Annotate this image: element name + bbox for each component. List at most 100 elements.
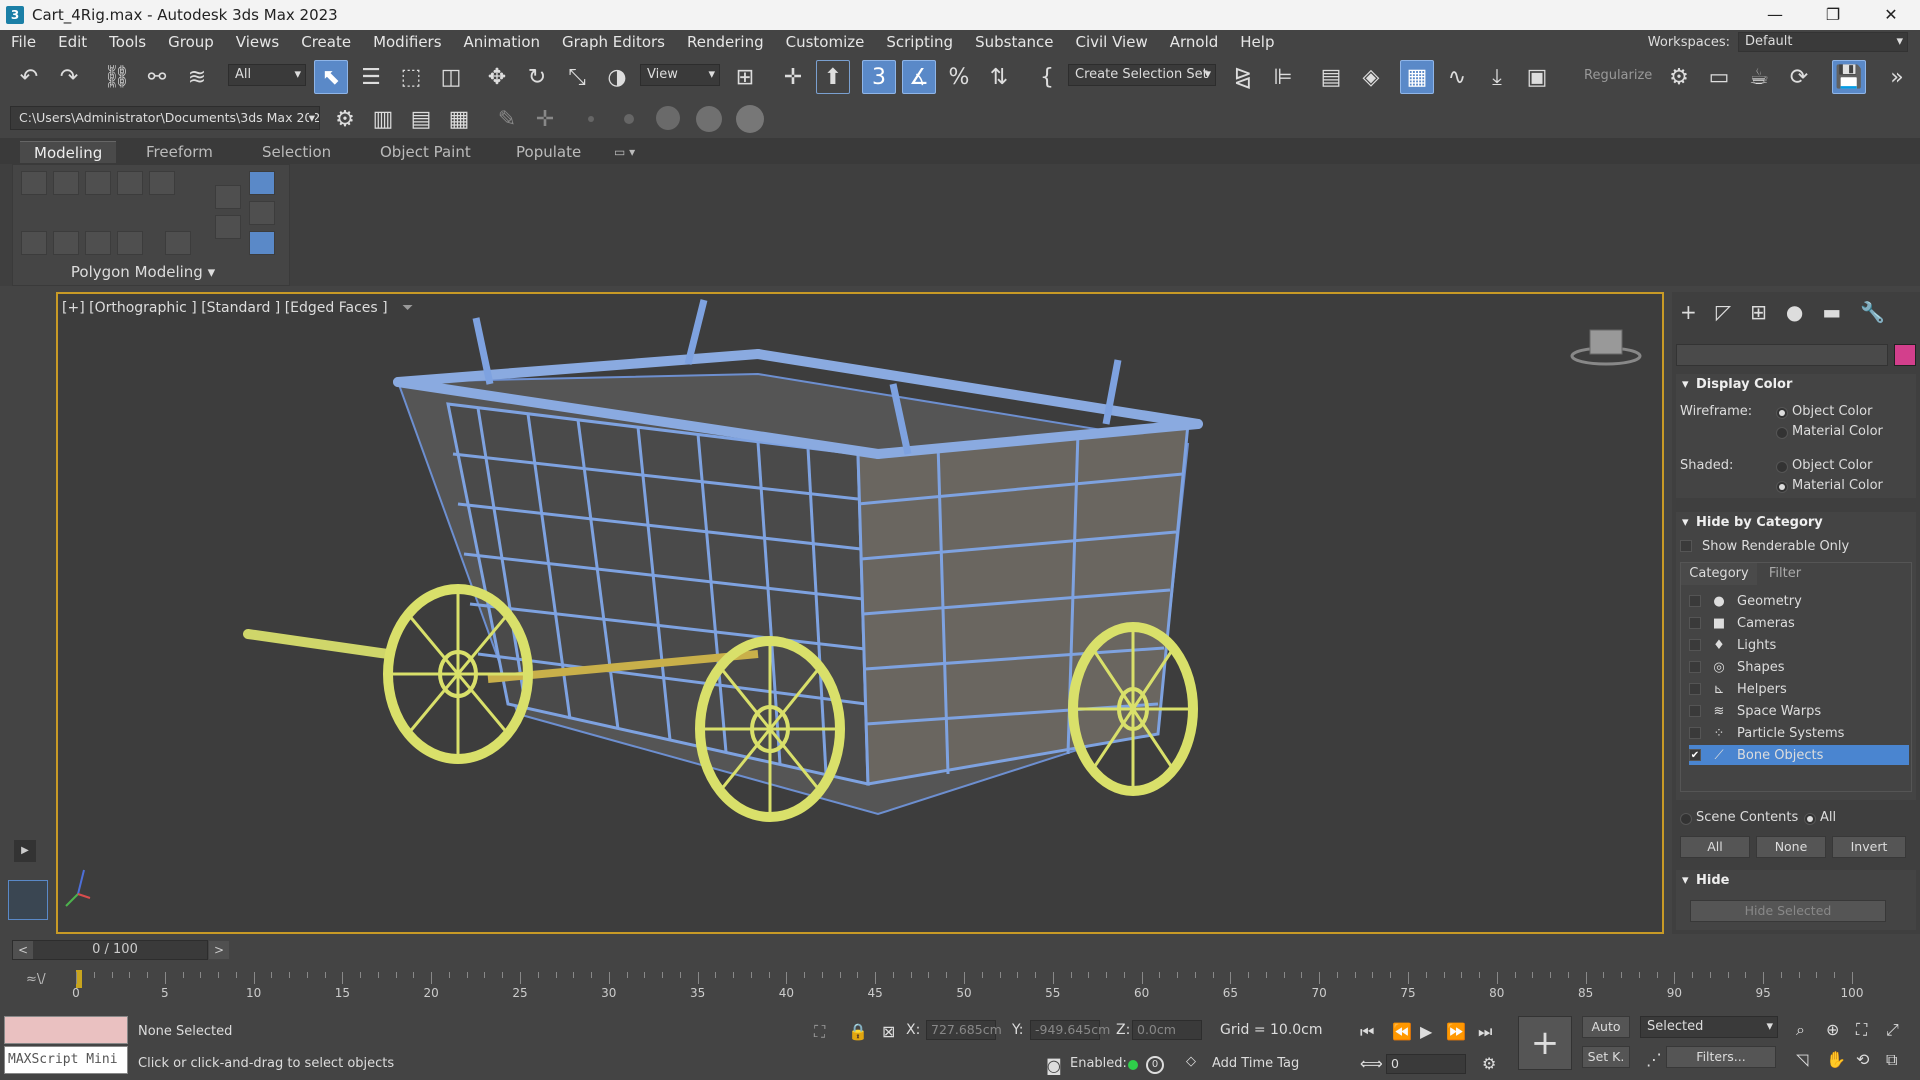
- shaded-object-color-radio[interactable]: Object Color: [1776, 458, 1872, 473]
- snaps-toggle-icon[interactable]: 3: [862, 60, 896, 94]
- brush-size-large-icon[interactable]: [696, 106, 722, 132]
- minimize-button[interactable]: —: [1746, 0, 1804, 30]
- ribbon-btn-10-icon[interactable]: [249, 231, 275, 255]
- all-button[interactable]: All: [1680, 836, 1750, 858]
- ribbon-btn-7-icon[interactable]: [249, 171, 275, 195]
- ribbon-btn-1-icon[interactable]: [21, 171, 47, 195]
- select-object-icon[interactable]: ⬉: [314, 60, 348, 94]
- layer-explorer-icon[interactable]: ◈: [1354, 60, 1388, 94]
- maximize-button[interactable]: ❐: [1804, 0, 1862, 30]
- display-tab-icon[interactable]: ▬: [1822, 300, 1841, 324]
- redo-icon[interactable]: ↷: [52, 60, 86, 94]
- all-radio[interactable]: All: [1804, 810, 1836, 825]
- isolate-icon[interactable]: ⛶: [814, 1022, 825, 1042]
- brush-size-xlarge-icon[interactable]: [736, 105, 764, 133]
- tab-modeling[interactable]: Modeling: [20, 141, 117, 163]
- category-item[interactable]: ■ Cameras: [1689, 613, 1909, 633]
- scene-explorer-icon[interactable]: ▤: [1314, 60, 1348, 94]
- render-production-icon[interactable]: ☕: [1742, 60, 1776, 94]
- spinner-snap-icon[interactable]: ⇅: [982, 60, 1016, 94]
- category-item[interactable]: ♦ Lights: [1689, 635, 1909, 655]
- category-checkbox[interactable]: ✔: [1689, 749, 1701, 761]
- brush-size-small-icon[interactable]: [624, 114, 634, 124]
- current-frame-field[interactable]: 0: [1386, 1054, 1466, 1074]
- material-editor-icon[interactable]: ▣: [1520, 60, 1554, 94]
- y-coordinate-field[interactable]: -949.645cm: [1030, 1020, 1110, 1040]
- viewport-label[interactable]: [+] [Orthographic ] [Standard ] [Edged F…: [62, 300, 413, 316]
- curve-editor-mini-icon[interactable]: ≈\/: [26, 972, 46, 987]
- bind-space-warp-icon[interactable]: ≋: [180, 60, 214, 94]
- select-by-name-icon[interactable]: ☰: [354, 60, 388, 94]
- category-checkbox[interactable]: [1689, 661, 1701, 673]
- shaded-material-color-radio[interactable]: Material Color: [1776, 478, 1883, 493]
- render-setup-icon[interactable]: ⚙: [1662, 60, 1696, 94]
- percent-snap-icon[interactable]: %: [942, 60, 976, 94]
- zoom-extents-all-icon[interactable]: ⤢: [1886, 1020, 1899, 1040]
- wireframe-object-color-radio[interactable]: Object Color: [1776, 404, 1872, 419]
- polygon-modeling-label[interactable]: Polygon Modeling ▾: [13, 263, 273, 281]
- project-folder-icon[interactable]: ⚙: [328, 102, 362, 136]
- rendered-frame-icon[interactable]: ▭: [1702, 60, 1736, 94]
- brush-size-medium-icon[interactable]: [656, 106, 680, 130]
- brush-icon[interactable]: ✎: [490, 102, 524, 136]
- ribbon-btn-9-icon[interactable]: [215, 215, 241, 239]
- create-project-icon[interactable]: ▥: [366, 102, 400, 136]
- hide-by-category-title[interactable]: Hide by Category: [1676, 512, 1916, 534]
- play-expand-icon[interactable]: ▶: [14, 840, 36, 862]
- tab-category[interactable]: Category: [1681, 563, 1757, 585]
- ribbon-btn-11-icon[interactable]: [21, 231, 47, 255]
- tab-selection[interactable]: Selection: [248, 141, 345, 163]
- category-item[interactable]: ◎ Shapes: [1689, 657, 1909, 677]
- window-crossing-icon[interactable]: ◫: [434, 60, 468, 94]
- add-icon[interactable]: ✛: [528, 102, 562, 136]
- z-coordinate-field[interactable]: 0.0cm: [1132, 1020, 1202, 1040]
- render-activeshade-icon[interactable]: ⟳: [1782, 60, 1816, 94]
- scale-icon[interactable]: ⤡: [560, 60, 594, 94]
- zoom-icon[interactable]: ⌕: [1796, 1020, 1805, 1040]
- category-item[interactable]: ✔ ⟋ Bone Objects: [1689, 745, 1909, 765]
- menu-help[interactable]: Help: [1229, 33, 1285, 51]
- regularize-label[interactable]: Regularize: [1584, 68, 1652, 83]
- key-mode-icon[interactable]: ⟺: [1360, 1054, 1383, 1073]
- utilities-tab-icon[interactable]: 🔧: [1860, 300, 1885, 324]
- ribbon-btn-15-icon[interactable]: [165, 231, 191, 255]
- project-structure-icon[interactable]: ▦: [442, 102, 476, 136]
- zoom-all-icon[interactable]: ⊕: [1826, 1020, 1839, 1039]
- display-color-title[interactable]: Display Color: [1676, 374, 1916, 396]
- menu-customize[interactable]: Customize: [775, 33, 876, 51]
- category-checkbox[interactable]: [1689, 705, 1701, 717]
- default-in-out-icon[interactable]: ⋰: [1646, 1050, 1662, 1069]
- ribbon-btn-14-icon[interactable]: [117, 231, 143, 255]
- ribbon-btn-5-icon[interactable]: [149, 171, 175, 195]
- menu-edit[interactable]: Edit: [47, 33, 98, 51]
- modify-tab-icon[interactable]: ◸: [1716, 300, 1731, 324]
- goto-end-icon[interactable]: ⏭: [1478, 1022, 1492, 1042]
- ribbon-btn-6-icon[interactable]: [215, 185, 241, 209]
- maximize-viewport-icon[interactable]: ⧉: [1886, 1050, 1897, 1070]
- category-checkbox[interactable]: [1689, 595, 1701, 607]
- tab-object-paint[interactable]: Object Paint: [366, 141, 485, 163]
- menu-views[interactable]: Views: [225, 33, 290, 51]
- create-tab-icon[interactable]: +: [1680, 300, 1697, 324]
- add-time-tag-label[interactable]: Add Time Tag: [1212, 1056, 1299, 1071]
- align-icon[interactable]: ⊫: [1266, 60, 1300, 94]
- wireframe-material-color-radio[interactable]: Material Color: [1776, 424, 1883, 439]
- menu-create[interactable]: Create: [290, 33, 362, 51]
- project-template-icon[interactable]: ▤: [404, 102, 438, 136]
- menu-modifiers[interactable]: Modifiers: [362, 33, 452, 51]
- absolute-mode-icon[interactable]: ⊠: [882, 1022, 895, 1041]
- mirror-icon[interactable]: ⧎: [1226, 60, 1260, 94]
- auto-key-button[interactable]: Auto: [1582, 1016, 1630, 1038]
- toggle-ribbon-icon[interactable]: ▦: [1400, 60, 1434, 94]
- category-item[interactable]: ⊾ Helpers: [1689, 679, 1909, 699]
- viewport-orthographic[interactable]: [+] [Orthographic ] [Standard ] [Edged F…: [56, 292, 1664, 934]
- invert-button[interactable]: Invert: [1832, 836, 1906, 858]
- link-icon[interactable]: ⛓: [100, 60, 134, 94]
- menu-tools[interactable]: Tools: [98, 33, 157, 51]
- checkbox-box[interactable]: [1680, 540, 1692, 552]
- unlink-icon[interactable]: ⚯: [140, 60, 174, 94]
- curve-editor-icon[interactable]: ∿: [1440, 60, 1474, 94]
- scene-contents-radio[interactable]: Scene Contents: [1680, 810, 1798, 825]
- viewport-label-text[interactable]: [+] [Orthographic ] [Standard ] [Edged F…: [62, 300, 388, 316]
- field-of-view-icon[interactable]: ◹: [1796, 1050, 1808, 1069]
